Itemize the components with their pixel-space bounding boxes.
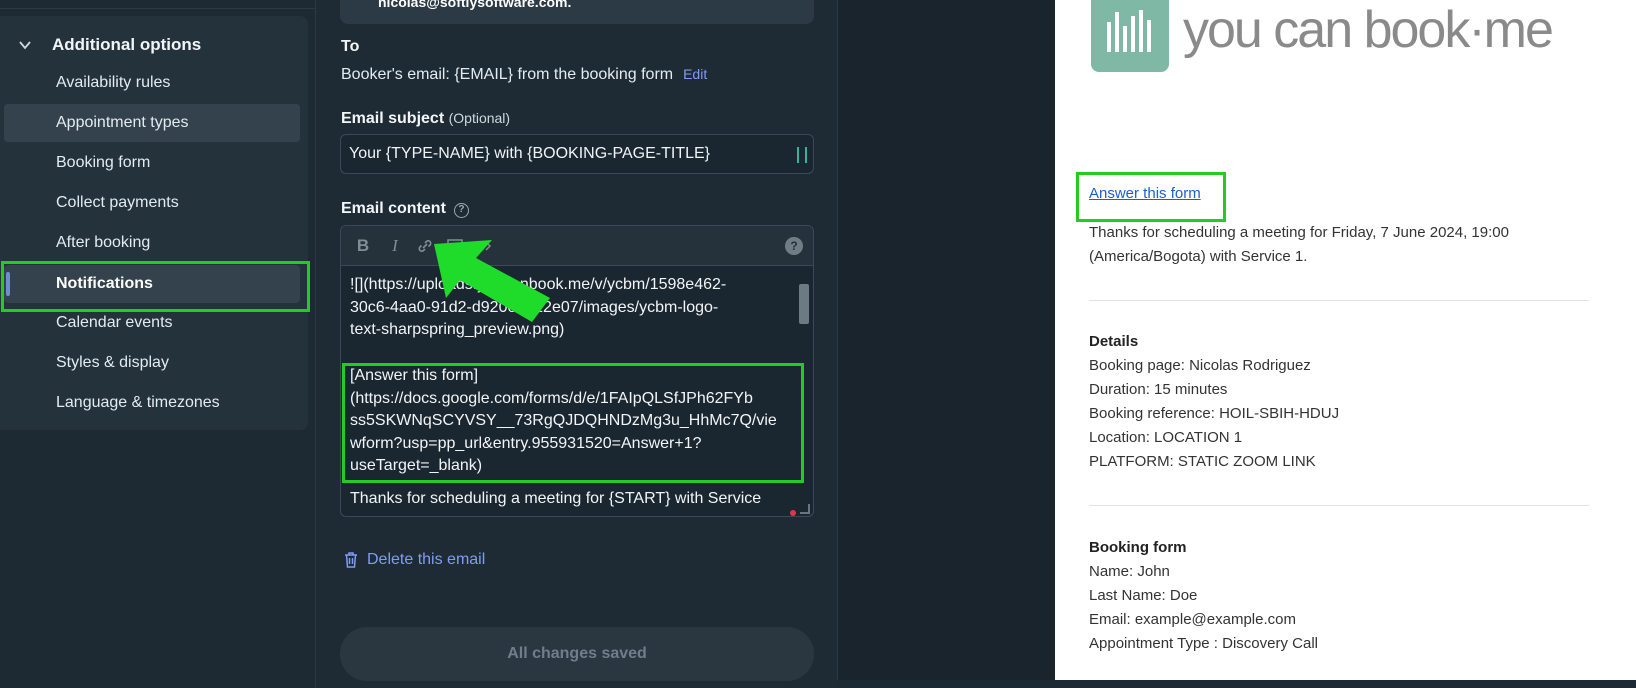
help-icon[interactable]: ?	[453, 203, 469, 218]
form-line: Email: example@example.com	[1089, 611, 1296, 628]
sidebar-item-styles-display[interactable]: Styles & display	[4, 344, 300, 382]
divider	[1089, 300, 1589, 301]
email-preview: you can book·me Answer this form Thanks …	[1055, 0, 1636, 680]
delete-email-button[interactable]: Delete this email	[343, 551, 485, 569]
resize-handle[interactable]	[800, 504, 810, 514]
save-status-button[interactable]: All changes saved	[340, 627, 814, 681]
sidebar: Additional options Availability rules Ap…	[0, 0, 316, 688]
sidebar-item-availability-rules[interactable]: Availability rules	[4, 64, 300, 102]
content-line: ![](https://uploads.youcanbook.me/v/ycbm…	[350, 276, 727, 293]
trash-icon	[345, 552, 357, 568]
ycbm-logo-mark	[1091, 0, 1169, 72]
edit-recipient-link[interactable]: Edit	[683, 66, 707, 82]
highlight-box-preview-link	[1076, 172, 1226, 222]
optional-tag: (Optional)	[448, 110, 511, 126]
ycbm-logo-text: you can book·me	[1183, 1, 1554, 59]
divider	[1089, 505, 1589, 506]
form-line: Name: John	[1089, 563, 1170, 580]
email-content-label-text: Email content	[341, 200, 446, 217]
highlight-box-answer-form	[342, 363, 804, 483]
error-dot	[790, 510, 796, 516]
details-line: PLATFORM: STATIC ZOOM LINK	[1089, 453, 1316, 470]
editor-toolbar: B I ?	[341, 226, 813, 266]
email-content-label: Email content?	[341, 200, 469, 218]
details-line: Location: LOCATION 1	[1089, 429, 1243, 446]
intro-line: (America/Bogota) with Service 1.	[1089, 248, 1308, 265]
content-thanks-line: Thanks for scheduling a meeting for {STA…	[350, 490, 762, 507]
sidebar-item-booking-form[interactable]: Booking form	[4, 144, 300, 182]
email-subject-label: Email subject (Optional)	[341, 110, 510, 128]
delete-email-label: Delete this email	[367, 551, 486, 568]
from-email: nicolas@softlysoftware.com.	[378, 0, 572, 10]
logo-bars-icon	[1107, 10, 1151, 52]
chevron-down-icon	[19, 41, 31, 50]
additional-options-header[interactable]: Additional options	[18, 34, 201, 56]
sidebar-item-collect-payments[interactable]: Collect payments	[4, 184, 300, 222]
content-line: 30c6-4aa0-91d2-d920e1612e07/images/ycbm-…	[350, 297, 790, 320]
sidebar-header-label: Additional options	[52, 35, 202, 54]
email-subject-label-text: Email subject	[341, 110, 445, 127]
italic-button[interactable]: I	[385, 236, 405, 256]
highlight-box-notifications	[1, 261, 310, 312]
booking-form-heading: Booking form	[1089, 539, 1187, 556]
variable-token-icon[interactable]	[797, 147, 807, 163]
sidebar-item-appointment-types[interactable]: Appointment types	[4, 104, 300, 142]
from-card: nicolas@softlysoftware.com.	[340, 0, 814, 24]
to-value-text: Booker's email: {EMAIL} from the booking…	[341, 66, 674, 83]
to-label: To	[341, 38, 360, 55]
to-value: Booker's email: {EMAIL} from the booking…	[341, 66, 707, 84]
sidebar-item-language-timezones[interactable]: Language & timezones	[4, 384, 300, 422]
details-line: Booking reference: HOIL-SBIH-HDUJ	[1089, 405, 1340, 422]
editor-help-icon[interactable]: ?	[785, 237, 803, 255]
preview-gutter	[837, 0, 1055, 680]
intro-line: Thanks for scheduling a meeting for Frid…	[1089, 224, 1509, 241]
form-line: Appointment Type : Discovery Call	[1089, 635, 1318, 652]
details-line: Booking page: Nicolas Rodriguez	[1089, 357, 1311, 374]
details-line: Duration: 15 minutes	[1089, 381, 1228, 398]
email-subject-input[interactable]: Your {TYPE-NAME} with {BOOKING-PAGE-TITL…	[340, 134, 814, 174]
booking-form-list: Name: John Last Name: Doe Email: example…	[1089, 560, 1589, 656]
intro-text: Thanks for scheduling a meeting for Frid…	[1089, 221, 1589, 269]
details-heading: Details	[1089, 333, 1139, 350]
scrollbar-thumb[interactable]	[799, 284, 809, 324]
content-image-markdown: ![](https://uploads.youcanbook.me/v/ycbm…	[350, 274, 790, 342]
content-line: text-sharpspring_preview.png)	[350, 321, 565, 338]
form-line: Last Name: Doe	[1089, 587, 1198, 604]
sidebar-item-after-booking[interactable]: After booking	[4, 224, 300, 262]
divider	[0, 8, 316, 9]
email-subject-value: Your {TYPE-NAME} with {BOOKING-PAGE-TITL…	[349, 145, 711, 162]
details-list: Booking page: Nicolas Rodriguez Duration…	[1089, 354, 1589, 474]
green-arrow-annotation	[434, 240, 550, 322]
bold-button[interactable]: B	[353, 236, 373, 256]
